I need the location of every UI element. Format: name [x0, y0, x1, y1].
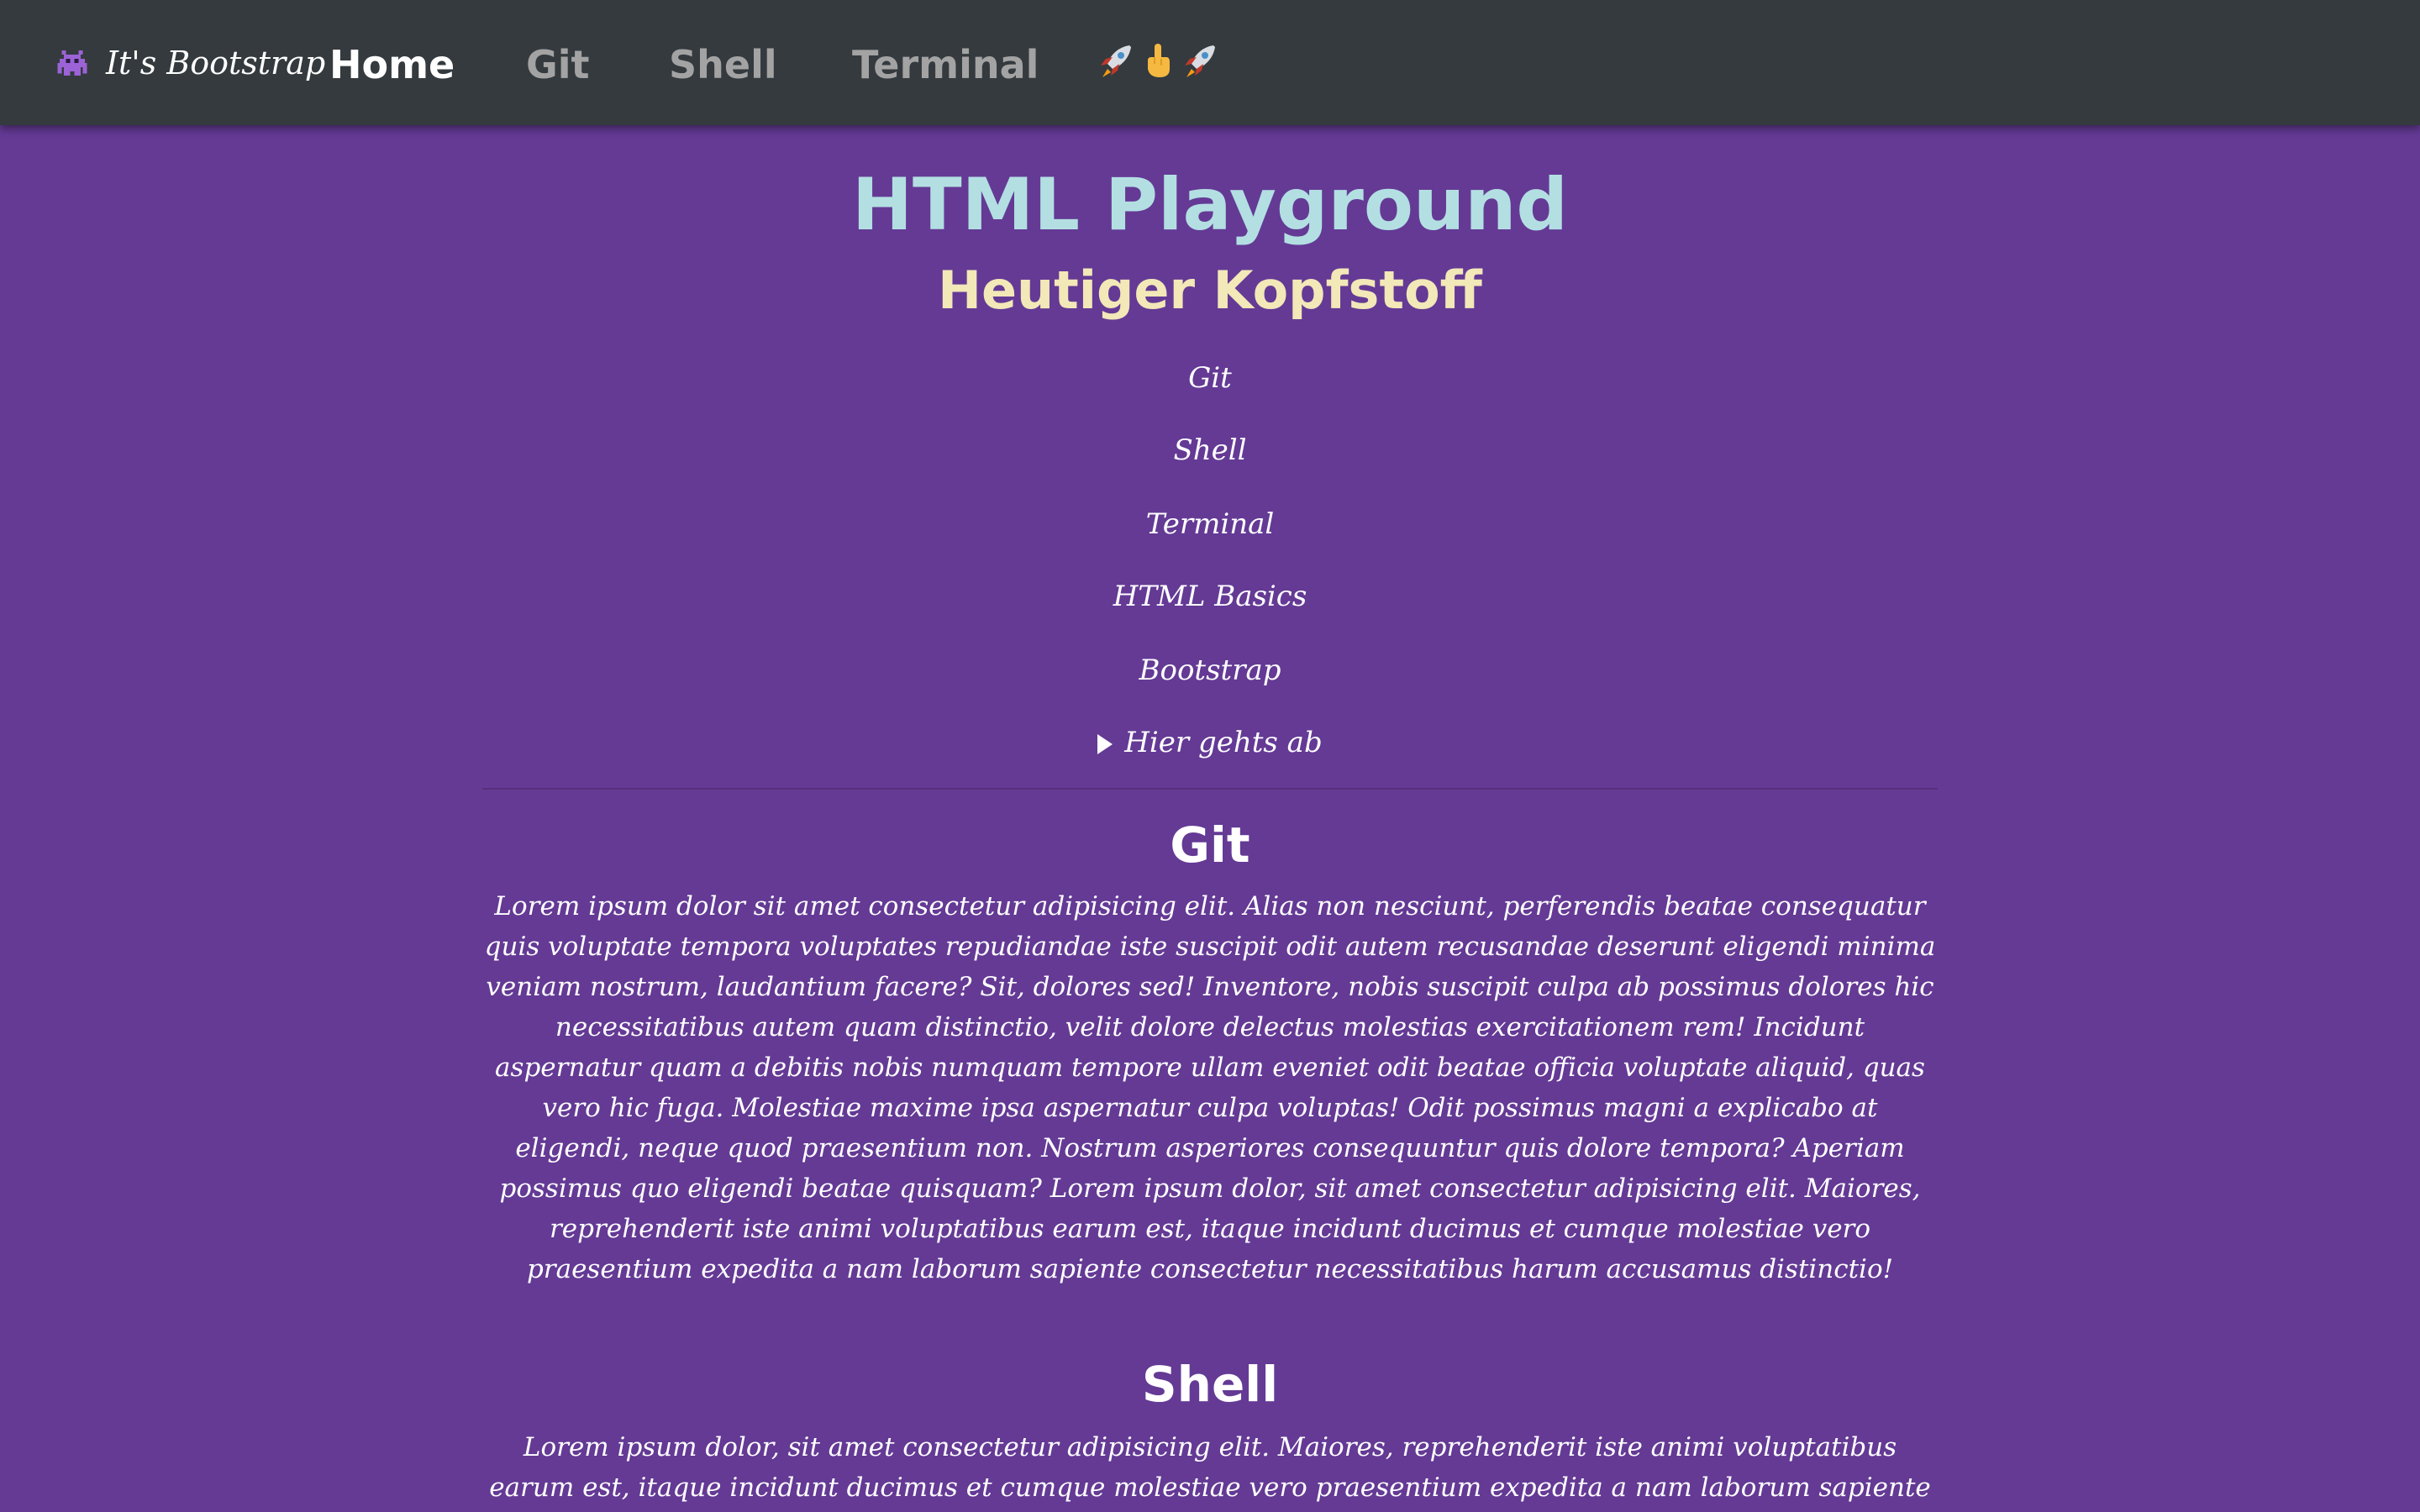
- toc-link-terminal[interactable]: Terminal: [0, 510, 2420, 538]
- pointing-hand-icon: [1138, 40, 1178, 84]
- section-title-shell: Shell: [1141, 1356, 1279, 1413]
- rocket-icon: [1096, 40, 1136, 84]
- nav-link-home[interactable]: Home: [329, 45, 455, 84]
- toc-link-bootstrap[interactable]: Bootstrap: [0, 656, 2420, 685]
- section-text-shell: Lorem ipsum dolor, sit amet consectetur …: [489, 1432, 1931, 1503]
- rocket-icon: [1180, 40, 1220, 84]
- alien-monster-icon: [55, 46, 89, 80]
- nav-link-git[interactable]: Git: [526, 45, 590, 84]
- page-subtitle: Heutiger Kopfstoff: [938, 260, 1482, 321]
- brand-label: It's Bootstrap: [106, 45, 326, 81]
- nav-link-shell[interactable]: Shell: [669, 45, 777, 84]
- navbar: It's Bootstrap Home Git Shell Terminal: [0, 0, 2420, 125]
- section-text-git: Lorem ipsum dolor sit amet consectetur a…: [484, 891, 1936, 1296]
- triangle-right-icon: [1097, 734, 1113, 754]
- toc-link-git[interactable]: Git: [0, 364, 2420, 392]
- toc-link-html-basics[interactable]: HTML Basics: [0, 582, 2420, 611]
- page-title: HTML Playground: [852, 163, 1568, 247]
- navbar-brand[interactable]: It's Bootstrap: [55, 37, 325, 89]
- details-summary: Hier gehts ab: [1124, 726, 1323, 759]
- section-title-git: Git: [1170, 816, 1250, 874]
- emoji-row: [1096, 40, 1220, 84]
- nav-link-terminal[interactable]: Terminal: [852, 45, 1039, 84]
- divider: [482, 788, 1938, 790]
- toc-link-shell[interactable]: Shell: [0, 436, 2420, 465]
- details-toggle[interactable]: Hier gehts ab: [0, 728, 2420, 757]
